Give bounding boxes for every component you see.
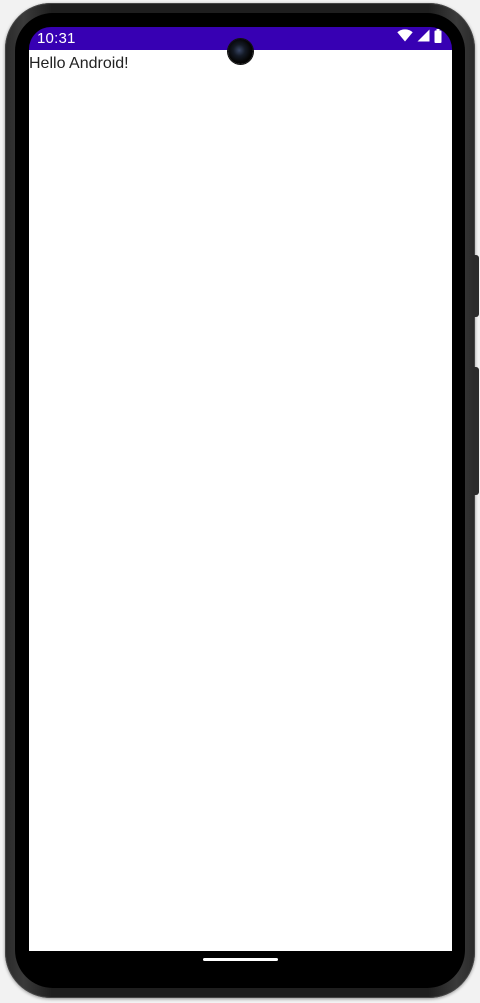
greeting-text: Hello Android!: [29, 55, 129, 72]
battery-icon: [434, 28, 442, 48]
status-icons: [397, 28, 442, 48]
device-screen: 10:31 Hello Android!: [29, 27, 452, 968]
cellular-signal-icon: [417, 29, 430, 47]
front-camera: [228, 39, 253, 64]
wifi-icon: [397, 29, 413, 47]
app-content: Hello Android!: [29, 50, 452, 951]
home-gesture-handle[interactable]: [203, 958, 278, 961]
volume-button: [474, 367, 479, 495]
status-time: 10:31: [37, 30, 76, 47]
navigation-bar: [29, 951, 452, 968]
power-button: [474, 255, 479, 317]
